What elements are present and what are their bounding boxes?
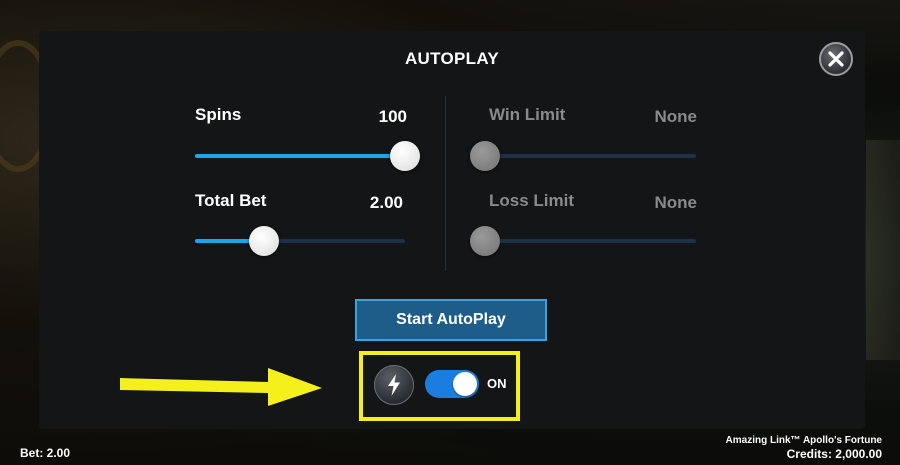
turbo-toggle[interactable] [425, 370, 479, 398]
loss-limit-value: None [654, 193, 698, 212]
total-bet-value: 2.00 [369, 193, 403, 212]
close-button[interactable] [819, 42, 853, 76]
turbo-button[interactable] [374, 365, 414, 405]
total-bet-slider-thumb[interactable] [249, 226, 280, 256]
turbo-highlight-box: ON [359, 351, 520, 421]
spins-value: 100 [378, 107, 407, 126]
loss-limit-label: Loss Limit [489, 191, 575, 210]
toggle-state-label: ON [487, 376, 507, 391]
spins-slider-track[interactable] [195, 154, 405, 158]
win-limit-label: Win Limit [489, 105, 566, 124]
spins-slider-thumb[interactable] [390, 141, 420, 171]
spins-slider-fill [195, 154, 405, 158]
credits-display: Credits: 2,000.00 [786, 447, 882, 461]
loss-limit-slider-thumb[interactable] [470, 226, 500, 256]
lightning-bolt-icon [388, 374, 400, 396]
bet-display: Bet: 2.00 [20, 446, 71, 460]
close-icon [828, 51, 844, 67]
game-screen: AUTOPLAY Spins 100 Total Bet 2.00 Win Li… [0, 0, 900, 465]
game-title: Amazing Link™ Apollo's Fortune [725, 435, 882, 446]
dialog-title: AUTOPLAY [404, 49, 500, 68]
toggle-knob [453, 372, 477, 396]
win-limit-slider-track[interactable] [485, 154, 696, 158]
panel-divider [445, 96, 446, 271]
total-bet-label: Total Bet [195, 191, 267, 210]
start-autoplay-button[interactable]: Start AutoPlay [355, 299, 547, 341]
total-bet-slider-track[interactable] [195, 239, 405, 243]
win-limit-slider-thumb[interactable] [470, 141, 500, 171]
win-limit-value: None [654, 107, 698, 126]
arrow-annotation-icon [120, 368, 322, 406]
spins-label: Spins [195, 105, 242, 124]
loss-limit-slider-track[interactable] [485, 239, 696, 243]
